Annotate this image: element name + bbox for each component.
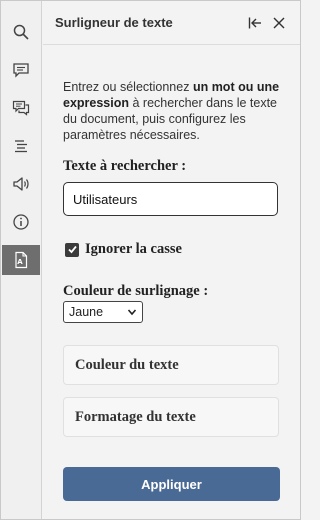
collapse-left-icon (248, 17, 261, 29)
text-formatting-section[interactable]: Formatage du texte (63, 397, 279, 437)
text-color-section[interactable]: Couleur du texte (63, 345, 279, 385)
highlight-color-value: Jaune (69, 305, 104, 319)
navigation-button[interactable] (2, 131, 40, 161)
document-icon: A (15, 251, 28, 269)
instructions-text: Entrez ou sélectionnez un mot ou une exp… (63, 79, 288, 143)
instructions-part1: Entrez ou sélectionnez (63, 80, 193, 94)
ignore-case-checkbox[interactable] (65, 242, 79, 257)
collapse-button[interactable] (245, 13, 265, 33)
highlighter-panel: Surligneur de texte Entrez ou sélectionn… (43, 1, 300, 519)
chevron-down-icon (127, 309, 137, 316)
comments-button[interactable] (2, 55, 40, 85)
search-label: Texte à rechercher : (63, 158, 187, 174)
close-button[interactable] (269, 13, 289, 33)
panel-header: Surligneur de texte (43, 1, 300, 45)
search-button[interactable] (2, 17, 40, 47)
panel-title: Surligneur de texte (55, 15, 173, 30)
ignore-case-row[interactable]: Ignorer la casse (65, 241, 182, 258)
highlight-color-select[interactable]: Jaune (63, 301, 143, 323)
speech-button[interactable] (2, 169, 40, 199)
checkmark-icon (67, 245, 77, 254)
speaker-icon (13, 177, 29, 191)
info-icon (13, 214, 29, 230)
ignore-case-label: Ignorer la casse (85, 241, 182, 257)
left-toolbar: A (1, 1, 42, 519)
chat-button[interactable] (2, 93, 40, 123)
search-input[interactable] (63, 182, 278, 216)
svg-text:A: A (17, 258, 23, 266)
highlighter-plugin-button[interactable]: A (2, 245, 40, 275)
comment-icon (13, 63, 29, 78)
chat-icon (12, 100, 30, 116)
about-button[interactable] (2, 207, 40, 237)
highlight-color-label: Couleur de surlignage : (63, 283, 209, 299)
align-icon (15, 140, 27, 153)
close-icon (273, 17, 285, 29)
apply-button[interactable]: Appliquer (63, 467, 280, 501)
search-icon (13, 24, 29, 40)
plugin-window: A Surligneur de texte Entrez ou sélectio… (0, 0, 301, 520)
